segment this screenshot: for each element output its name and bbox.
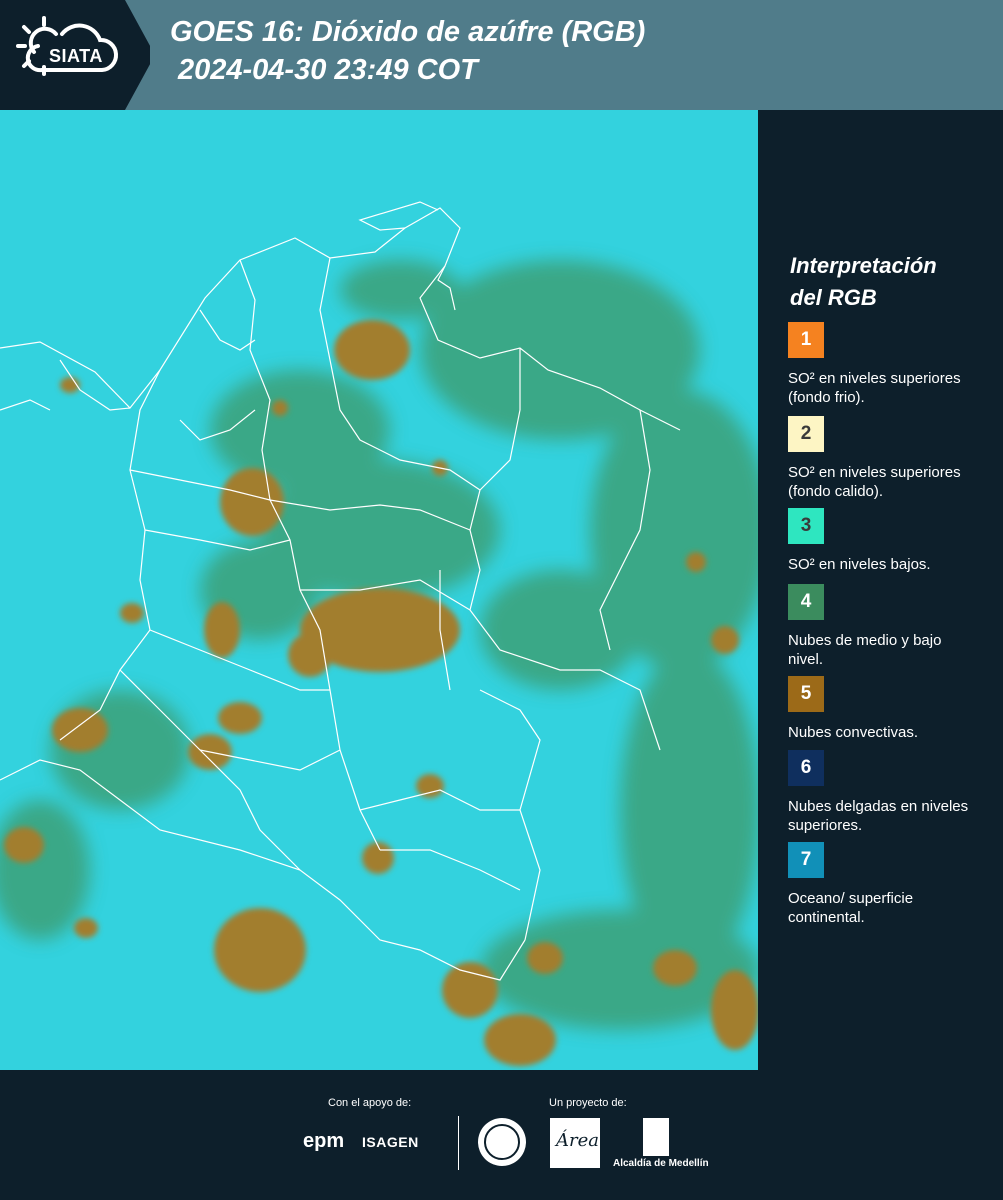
legend-description: Nubes convectivas. bbox=[788, 724, 919, 741]
project-label: Un proyecto de: bbox=[549, 1097, 627, 1109]
legend-item-4: 4 Nubes de medio y bajo nivel. bbox=[788, 584, 998, 669]
page-title: GOES 16: Dióxido de azúfre (RGB) bbox=[170, 16, 646, 48]
legend-item-5: 5 Nubes convectivas. bbox=[788, 676, 998, 742]
legend-description: SO² en niveles superiores (fondo frio). bbox=[788, 370, 961, 406]
footer-divider bbox=[458, 1116, 459, 1170]
siata-logo: SIATA bbox=[0, 0, 150, 110]
legend-title-line1: Interpretación bbox=[790, 253, 937, 278]
legend-item-1: 1 SO² en niveles superiores (fondo frio)… bbox=[788, 322, 998, 407]
legend-description: Nubes de medio y bajo nivel. bbox=[788, 632, 942, 668]
medellin-seal-icon bbox=[478, 1118, 526, 1166]
legend-description: SO² en niveles superiores (fondo calido)… bbox=[788, 464, 961, 500]
isagen-logo: ISAGEN bbox=[362, 1134, 419, 1150]
satellite-map bbox=[0, 110, 758, 1070]
legend-item-7: 7 Oceano/ superficie continental. bbox=[788, 842, 998, 927]
legend-title: Interpretación del RGB bbox=[790, 250, 990, 314]
legend-description: Nubes delgadas en niveles superiores. bbox=[788, 798, 969, 834]
support-label: Con el apoyo de: bbox=[328, 1097, 412, 1109]
legend-item-6: 6 Nubes delgadas en niveles superiores. bbox=[788, 750, 998, 835]
legend-swatch: 5 bbox=[788, 676, 824, 712]
legend-swatch: 6 bbox=[788, 750, 824, 786]
page-timestamp: 2024-04-30 23:49 COT bbox=[178, 54, 478, 86]
alcaldia-label: Alcaldía de Medellín bbox=[613, 1158, 709, 1169]
legend-item-3: 3 SO² en niveles bajos. bbox=[788, 508, 998, 574]
header-bar: SIATA GOES 16: Dióxido de azúfre (RGB) 2… bbox=[0, 0, 1003, 110]
medellin-crest-icon bbox=[643, 1118, 669, 1156]
legend-swatch: 7 bbox=[788, 842, 824, 878]
siata-wordmark: SIATA bbox=[49, 46, 103, 66]
legend-swatch: 2 bbox=[788, 416, 824, 452]
legend-description: Oceano/ superficie continental. bbox=[788, 890, 914, 926]
legend-item-2: 2 SO² en niveles superiores (fondo calid… bbox=[788, 416, 998, 501]
area-logo-text: Área bbox=[556, 1130, 599, 1151]
legend-swatch: 1 bbox=[788, 322, 824, 358]
legend-swatch: 3 bbox=[788, 508, 824, 544]
legend-description: SO² en niveles bajos. bbox=[788, 556, 931, 573]
epm-logo: epm bbox=[303, 1130, 345, 1152]
legend-title-line2: del RGB bbox=[790, 285, 877, 310]
footer: Con el apoyo de: Un proyecto de: epm ISA… bbox=[0, 1070, 1003, 1200]
legend-swatch: 4 bbox=[788, 584, 824, 620]
legend-panel: Interpretación del RGB 1 SO² en niveles … bbox=[760, 110, 1003, 1070]
